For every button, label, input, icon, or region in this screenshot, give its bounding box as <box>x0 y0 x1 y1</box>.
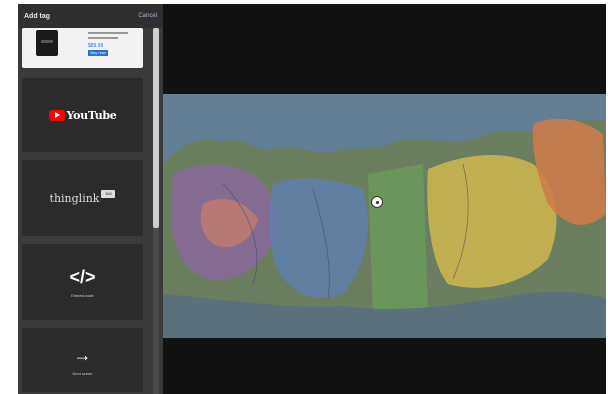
youtube-label: YouTube <box>66 108 117 122</box>
scrollbar-thumb[interactable] <box>153 28 159 228</box>
cancel-link[interactable]: Cancel <box>138 13 157 19</box>
editor-window: Add tag Cancel $89.99 Buy now YouTube th… <box>18 4 606 394</box>
sidebar-header: Add tag Cancel <box>18 4 163 28</box>
product-card[interactable]: $89.99 Buy now <box>22 28 143 68</box>
thinglink-label: thinglink <box>49 191 100 205</box>
youtube-logo-icon <box>48 109 65 121</box>
image-canvas[interactable] <box>163 4 606 394</box>
next-scene-card[interactable]: → Next scene <box>22 328 143 392</box>
thinglink-logo: thinglink 360 <box>49 190 116 205</box>
thinglink-360-badge: 360 <box>101 190 116 198</box>
product-image <box>36 30 58 56</box>
embed-code-card[interactable]: </> Embed code <box>22 244 143 320</box>
youtube-logo: YouTube <box>48 108 117 122</box>
sidebar-scrollbar[interactable] <box>153 28 159 394</box>
map-illustration <box>163 94 606 338</box>
hotspot-icon[interactable] <box>371 196 383 208</box>
sidebar-title: Add tag <box>24 12 51 20</box>
arrow-right-icon: → <box>73 344 92 365</box>
code-icon: </> <box>69 266 96 287</box>
buy-now-button[interactable]: Buy now <box>88 50 108 56</box>
product-price: $89.99 <box>88 43 104 49</box>
next-scene-label: Next scene <box>72 370 93 376</box>
map-image[interactable] <box>163 94 606 338</box>
product-preview: $89.99 Buy now <box>22 28 143 68</box>
product-title-line <box>88 32 128 34</box>
thinglink-card[interactable]: thinglink 360 <box>22 160 143 236</box>
product-desc-line <box>88 37 118 39</box>
embed-code-label: Embed code <box>71 292 94 298</box>
youtube-card[interactable]: YouTube <box>22 78 143 152</box>
tag-sidebar: Add tag Cancel $89.99 Buy now YouTube th… <box>18 4 163 394</box>
